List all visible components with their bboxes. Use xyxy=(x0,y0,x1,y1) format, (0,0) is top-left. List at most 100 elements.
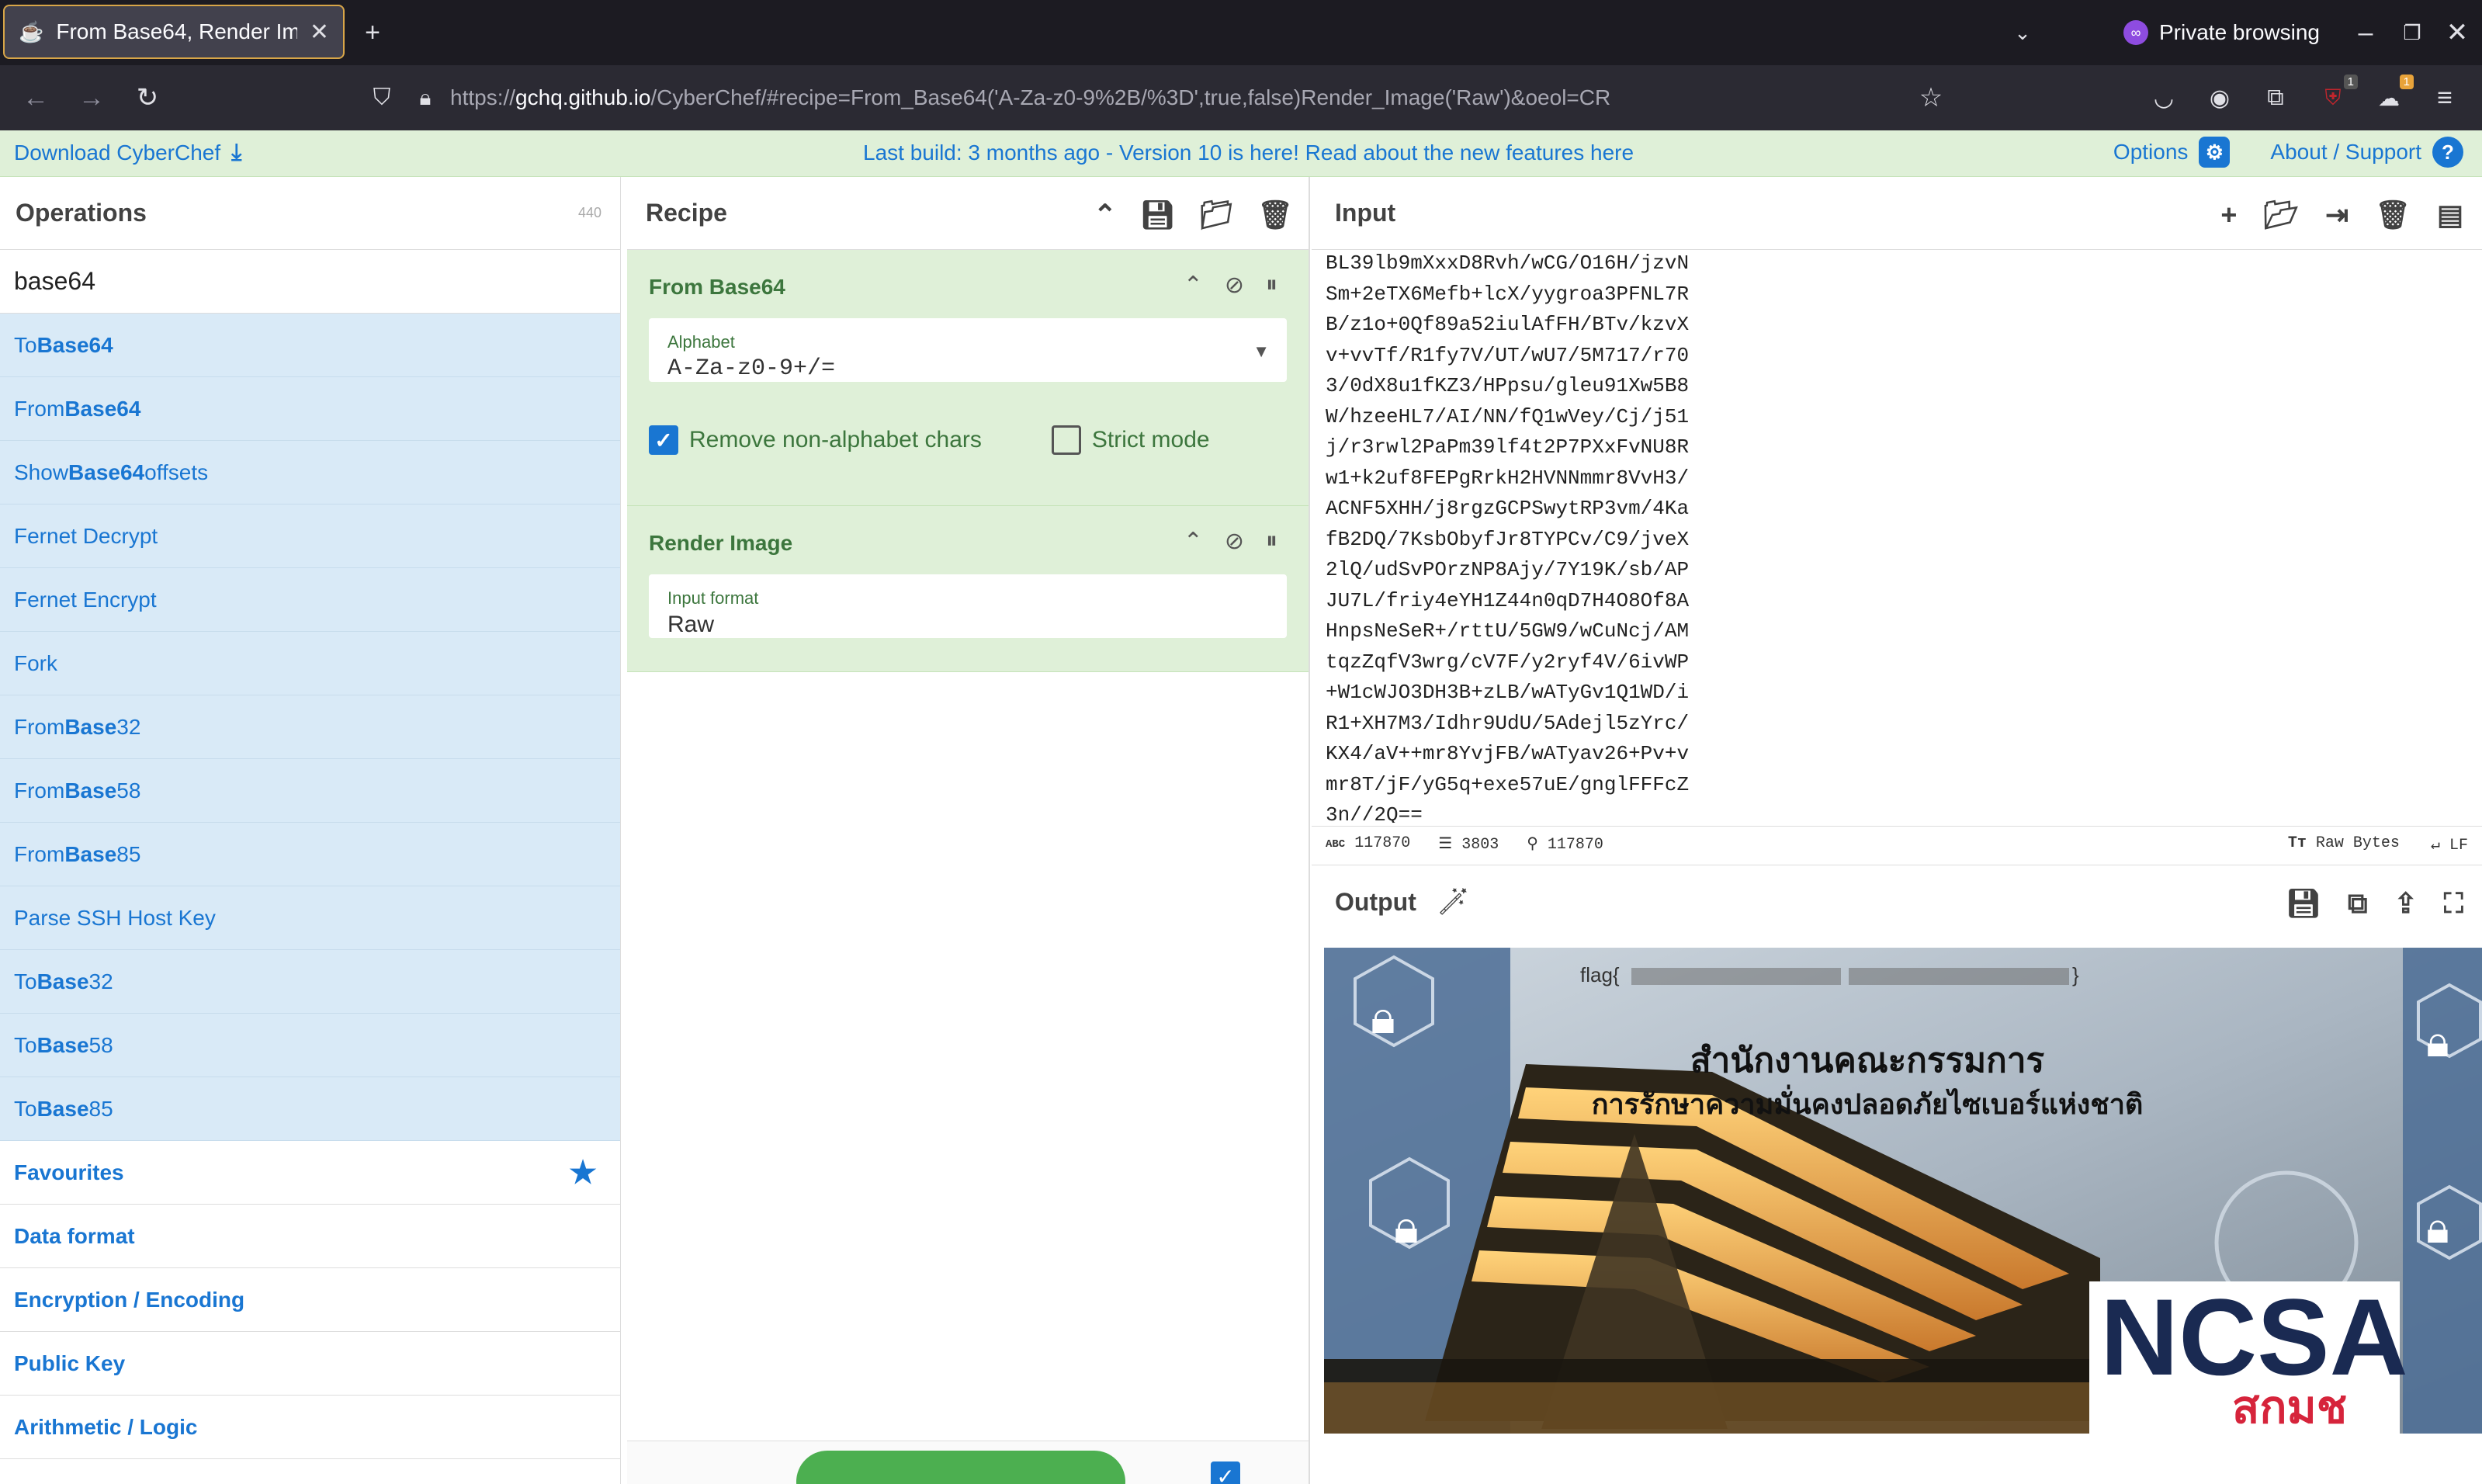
alphabet-select[interactable]: Alphabet A-Za-z0-9+/= ▼ xyxy=(649,318,1287,382)
close-window-icon[interactable]: ✕ xyxy=(2440,16,2474,50)
operation-item[interactable]: Parse SSH Host Key xyxy=(0,886,620,950)
operation-item[interactable]: From Base 85 xyxy=(0,823,620,886)
extensions-icon[interactable]: ⧉ xyxy=(2258,81,2293,115)
operation-item[interactable]: Fork xyxy=(0,632,620,695)
disable-icon[interactable]: ⊘ xyxy=(1225,272,1244,299)
padlock-icon: 🔒︎ xyxy=(2426,1203,2449,1252)
collapse-chevron-icon[interactable]: ⌃ xyxy=(1184,528,1203,555)
breakpoint-pause-icon[interactable]: ⏸︎ xyxy=(1266,528,1277,555)
ncsa-image-svg: 🔒︎ 🔒︎ 🔒︎ 🔒︎ flag{ } สำนักงานคณะกรรมการ ก… xyxy=(1324,948,2482,1434)
category-item[interactable]: Public Key xyxy=(0,1332,620,1396)
gear-icon[interactable]: ⚙ xyxy=(2199,137,2231,168)
thai-heading-line-2: การรักษาความมั่นคงปลอดภัยไซเบอร์แห่งชาติ xyxy=(1592,1084,2144,1121)
operations-header: Operations 440 xyxy=(0,177,620,250)
close-tab-icon[interactable]: ✕ xyxy=(310,19,329,46)
bake-bar: ✓ xyxy=(627,1441,1309,1484)
output-pane: Output 🪄︎ 💾︎ ⧉ ⇪ ⛶ 🔒︎ 🔒︎ 🔒︎ 🔒︎ flag{} ส… xyxy=(1312,865,2482,1484)
operation-item[interactable]: From Base 32 xyxy=(0,695,620,759)
operation-item[interactable]: To Base 85 xyxy=(0,1077,620,1141)
url-prefix: https:// xyxy=(450,85,516,109)
download-cyberchef-link[interactable]: Download CyberChef ⤓ xyxy=(14,140,241,166)
strict-mode-checkbox[interactable]: Strict mode xyxy=(1051,425,1210,455)
operation-item[interactable]: To Base64 xyxy=(0,314,620,377)
input-line: j/r3rwl2PaPm39lf4t2P7PXxFvNU8R xyxy=(1326,435,1690,459)
url-bar[interactable]: https://gchq.github.io/CyberChef/#recipe… xyxy=(450,81,1610,115)
copy-output-icon[interactable]: ⧉ xyxy=(2348,887,2368,921)
options-link[interactable]: Options xyxy=(2113,140,2189,165)
account-icon[interactable]: ◉ xyxy=(2203,81,2237,115)
category-item[interactable]: Arithmetic / Logic xyxy=(0,1396,620,1459)
forward-arrow-icon[interactable]: → xyxy=(75,81,109,115)
input-textarea[interactable]: BL39lb9mXxxD8Rvh/wCG/O16H/jzvN Sm+2eTX6Me… xyxy=(1326,248,2474,823)
open-file-icon[interactable]: ⇥ xyxy=(2325,199,2349,231)
maximise-icon[interactable]: ⛶ xyxy=(2444,887,2463,921)
category-label: Data format xyxy=(14,1223,135,1248)
padlock-icon: 🔒︎ xyxy=(2426,1017,2449,1066)
clear-input-trash-icon[interactable]: 🗑︎ xyxy=(2375,199,2411,231)
input-format-field[interactable]: Input format Raw xyxy=(649,574,1287,638)
clear-recipe-trash-icon[interactable]: 🗑︎ xyxy=(1257,199,1293,231)
breakpoint-pause-icon[interactable]: ⏸︎ xyxy=(1266,272,1277,299)
category-item[interactable]: Encryption / Encoding xyxy=(0,1268,620,1332)
save-output-icon[interactable]: 💾︎ xyxy=(2286,887,2321,921)
add-tab-plus-icon[interactable]: + xyxy=(2220,199,2237,231)
disable-icon[interactable]: ⊘ xyxy=(1225,528,1244,555)
reload-icon[interactable]: ↻ xyxy=(130,81,165,115)
ublock-badge: 1 xyxy=(2343,75,2358,89)
back-arrow-icon[interactable]: ← xyxy=(19,81,53,115)
operations-search-input[interactable]: base64 xyxy=(0,250,620,314)
input-line: W/hzeeHL7/AI/NN/fQ1wVey/Cj/j51 xyxy=(1326,404,1690,428)
encoding-selector[interactable]: Tт Raw Bytes xyxy=(2288,834,2400,855)
help-icon[interactable]: ? xyxy=(2432,137,2463,168)
operation-item[interactable]: Show Base64 offsets xyxy=(0,441,620,504)
magic-wand-icon[interactable]: 🪄︎ xyxy=(1437,886,1470,917)
auto-bake-checkbox[interactable]: ✓ xyxy=(1211,1461,1240,1484)
bake-button[interactable] xyxy=(796,1451,1125,1484)
tracking-shield-icon[interactable]: ⛉ xyxy=(365,81,399,115)
replace-input-icon[interactable]: ⇪ xyxy=(2394,887,2418,921)
extension-cloud-icon[interactable]: ☁ 1 xyxy=(2372,75,2414,115)
input-header-icons: + 📂︎ ⇥ 🗑︎ ▤ xyxy=(2220,199,2463,231)
notice-link[interactable]: here xyxy=(1590,140,1634,165)
operation-label-part: From xyxy=(14,841,65,866)
reset-layout-icon[interactable]: ▤ xyxy=(2437,199,2463,231)
list-tabs-chevron-icon[interactable]: ⌄ xyxy=(2005,16,2040,50)
category-item[interactable]: Data format xyxy=(0,1205,620,1268)
new-tab-icon[interactable]: + xyxy=(355,16,390,50)
operation-label-part: 58 xyxy=(88,1032,113,1057)
hamburger-menu-icon[interactable]: ≡ xyxy=(2428,81,2462,115)
operation-item[interactable]: From Base 58 xyxy=(0,759,620,823)
input-line: tqzZqfV3wrg/cV7F/y2ryf4V/6ivWP xyxy=(1326,650,1690,674)
input-header: Input + 📂︎ ⇥ 🗑︎ ▤ xyxy=(1312,177,2482,250)
collapse-chevron-icon[interactable]: ⌃ xyxy=(1094,199,1117,231)
categories-list: Favourites ★ Data format Encryption / Encod… xyxy=(0,1141,620,1459)
operation-item[interactable]: From Base64 xyxy=(0,377,620,441)
save-recipe-icon[interactable]: 💾︎ xyxy=(1140,199,1176,231)
output-title: Output xyxy=(1335,887,1416,916)
ublock-icon[interactable]: ⛨ 1 xyxy=(2316,75,2358,115)
eol-selector[interactable]: ↵ LF xyxy=(2431,834,2468,855)
lock-icon[interactable]: 🔒︎ xyxy=(408,81,442,115)
bookmark-star-icon[interactable]: ☆ xyxy=(1914,81,1948,115)
operation-item[interactable]: Fernet Decrypt xyxy=(0,504,620,568)
about-support-link[interactable]: About / Support xyxy=(2270,140,2421,165)
dropdown-caret-icon: ▼ xyxy=(1253,342,1270,361)
ingredient-controls: ⌃ ⊘ ⏸︎ xyxy=(1184,528,1277,555)
category-item[interactable]: Favourites ★ xyxy=(0,1141,620,1205)
restore-window-icon[interactable]: ❐ xyxy=(2395,16,2429,50)
operation-item[interactable]: To Base 58 xyxy=(0,1014,620,1077)
operation-item[interactable]: Fernet Encrypt xyxy=(0,568,620,632)
pocket-icon[interactable]: ◡ xyxy=(2147,81,2181,115)
padlock-icon: 🔒︎ xyxy=(1394,1201,1419,1253)
active-tab[interactable]: ☕ From Base64, Render Ima ✕ xyxy=(3,5,345,59)
remove-non-alphabet-checkbox[interactable]: ✓ Remove non-alphabet chars xyxy=(649,425,982,455)
load-recipe-folder-icon[interactable]: 📁︎ xyxy=(1199,199,1235,231)
cyberchef-banner: Download CyberChef ⤓ Last build: 3 month… xyxy=(0,130,2482,177)
input-line: Sm+2eTX6Mefb+lcX/yygroa3PFNL7R xyxy=(1326,282,1690,306)
minimize-window-icon[interactable]: – xyxy=(2349,16,2383,50)
open-folder-icon[interactable]: 📂︎ xyxy=(2263,199,2299,231)
operation-label-part: Base xyxy=(64,714,117,739)
collapse-chevron-icon[interactable]: ⌃ xyxy=(1184,272,1203,299)
operation-item[interactable]: To Base 32 xyxy=(0,950,620,1014)
favourites-star-icon[interactable]: ★ xyxy=(569,1155,597,1191)
